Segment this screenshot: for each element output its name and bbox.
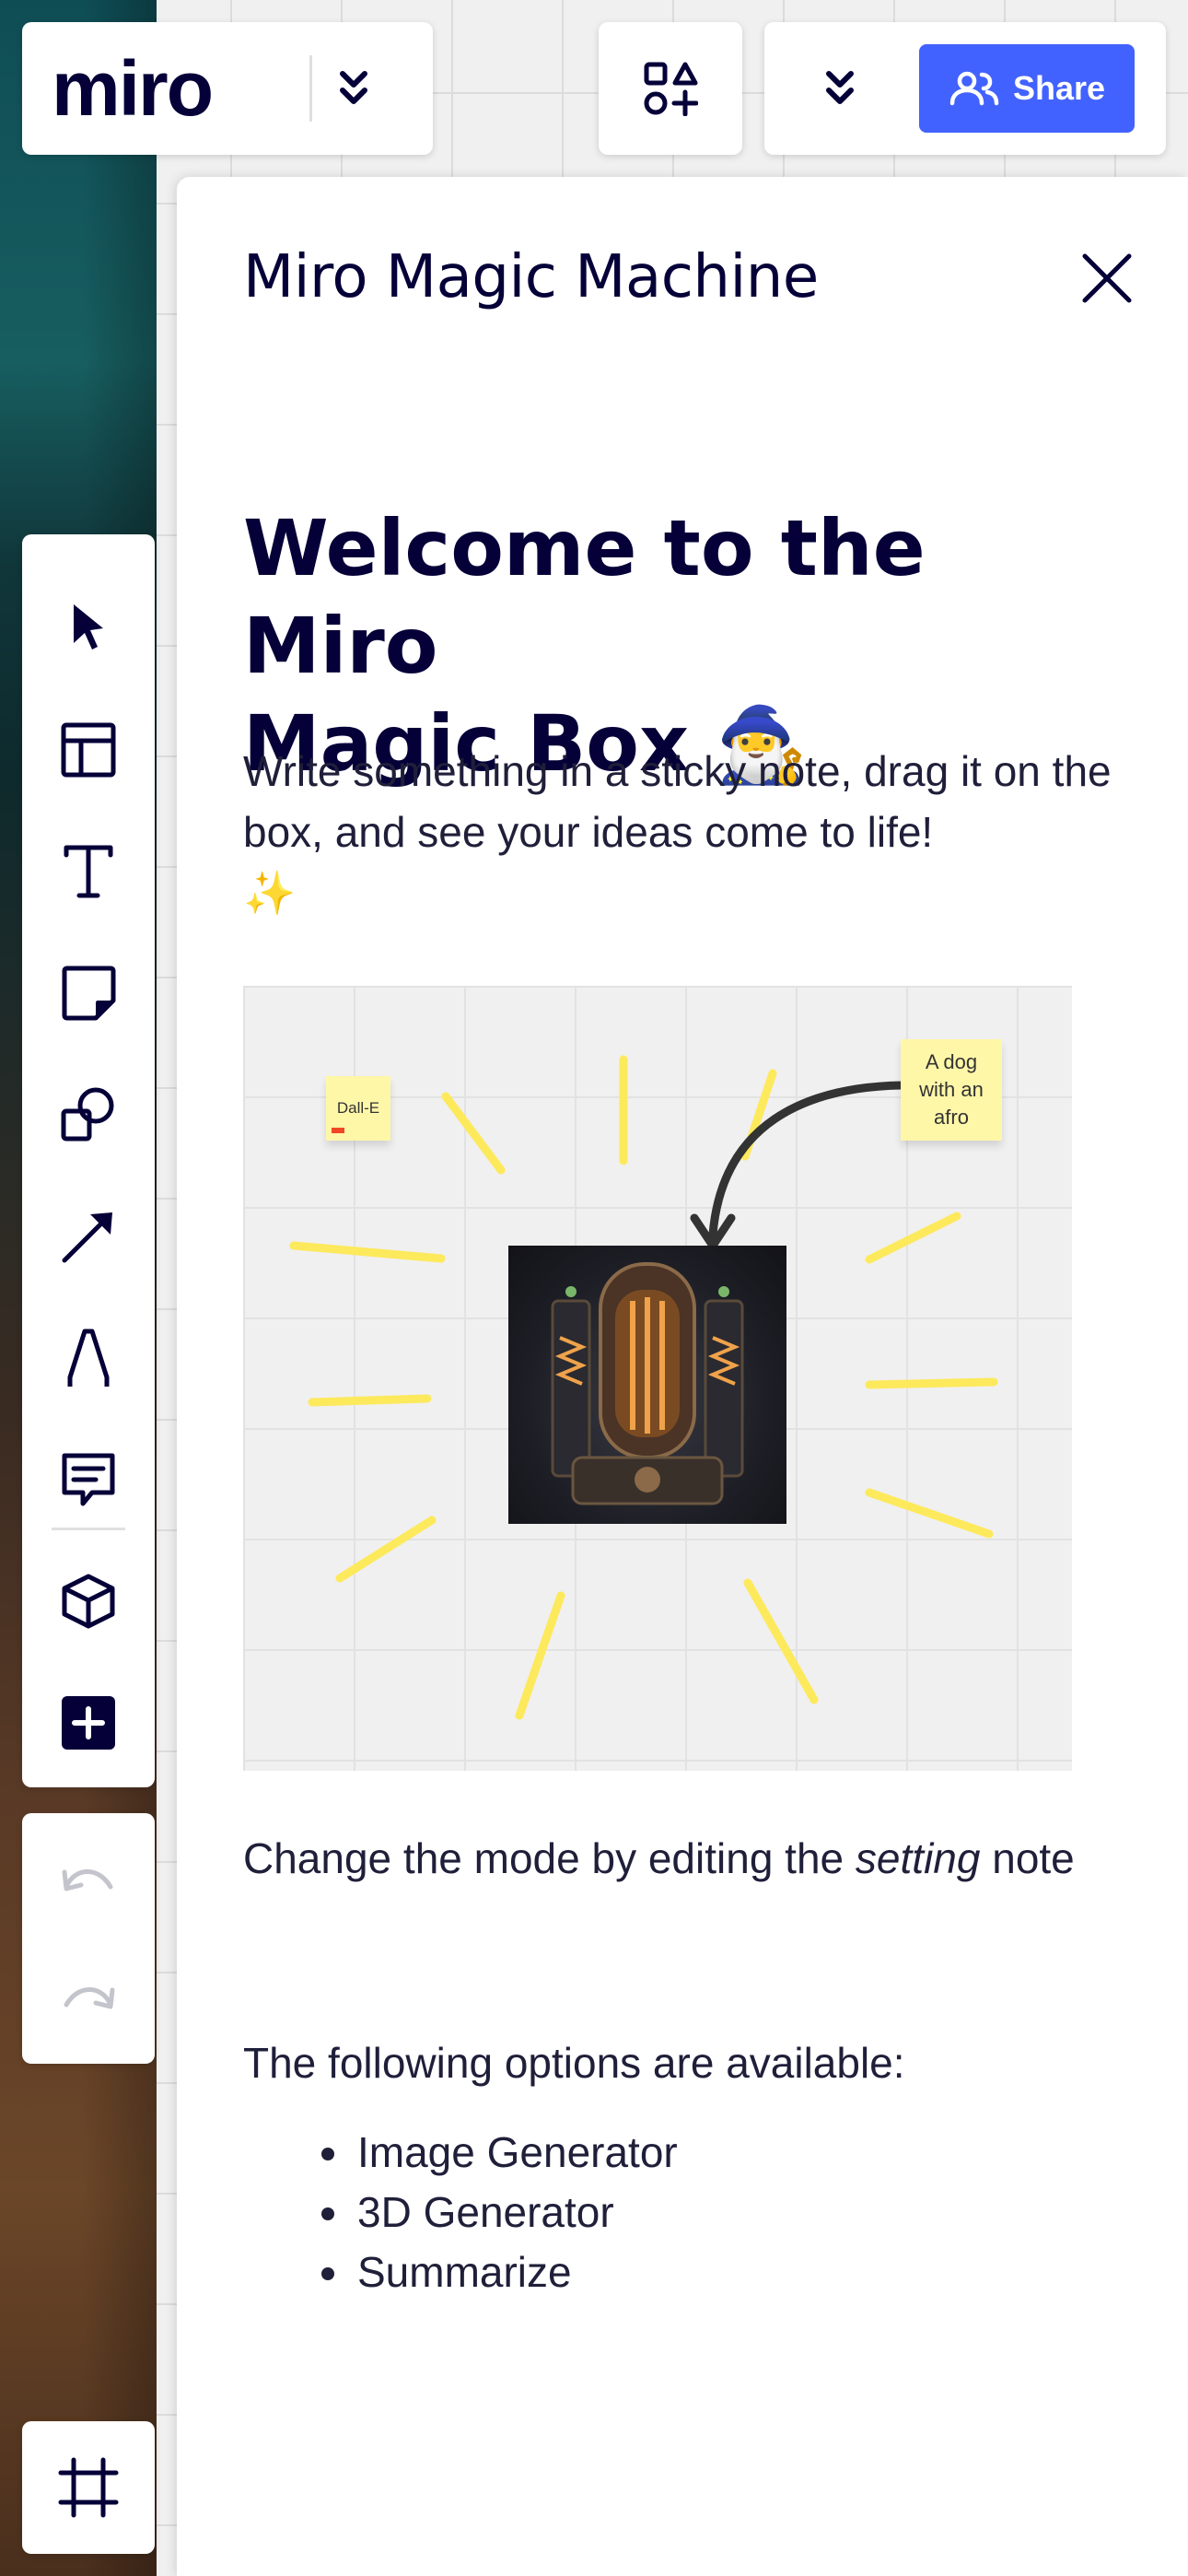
mode-instructions: Change the mode by editing the setting n…	[243, 1826, 1127, 1891]
option-item: 3D Generator	[354, 2183, 1182, 2242]
options-list: Image Generator 3D Generator Summarize	[243, 2123, 1182, 2302]
3d-tool[interactable]	[42, 1555, 134, 1647]
magic-box-illustration: Dall-E A dog with an afro	[243, 986, 1072, 1771]
sticky-tag	[332, 1128, 344, 1133]
plus-square-icon	[62, 1696, 115, 1750]
welcome-line-1: Welcome to the Miro	[243, 503, 926, 691]
cursor-icon	[74, 604, 103, 650]
intro-text: Write something in a sticky note, drag i…	[243, 741, 1127, 923]
comment-icon	[62, 1453, 115, 1506]
comment-tool[interactable]	[42, 1434, 134, 1526]
undo-button[interactable]	[42, 1833, 134, 1926]
option-item: Image Generator	[354, 2123, 1182, 2183]
mode-text-before: Change the mode by editing the	[243, 1834, 856, 1882]
text-tool[interactable]	[42, 825, 134, 918]
options-intro: The following options are available:	[243, 2039, 905, 2087]
sticky-note-dog-prompt: A dog with an afro	[901, 1039, 1002, 1141]
intro-sentence: Write something in a sticky note, drag i…	[243, 747, 1112, 856]
apps-icon-wrap	[634, 52, 707, 125]
close-panel-button[interactable]	[1061, 232, 1153, 324]
magic-machine-panel: Miro Magic Machine Welcome to the Miro M…	[177, 177, 1188, 2576]
share-label: Share	[1012, 69, 1106, 107]
undo-redo-bar	[22, 1813, 155, 2064]
mode-text-after: note	[980, 1834, 1075, 1882]
divider	[309, 55, 312, 122]
pen-tool[interactable]	[42, 1312, 134, 1404]
machine-drawing	[551, 1262, 744, 1505]
toolbar-divider	[52, 1528, 125, 1530]
close-icon	[1082, 253, 1132, 303]
redo-button[interactable]	[42, 1951, 134, 2043]
frame-icon	[58, 2457, 119, 2518]
sticky-note-tool[interactable]	[42, 947, 134, 1039]
frames-button[interactable]	[22, 2421, 155, 2554]
frames-icon-wrap	[42, 2441, 134, 2534]
templates-tool[interactable]	[42, 704, 134, 796]
apps-button[interactable]	[599, 22, 742, 155]
board-menu[interactable]: miro	[22, 22, 433, 155]
shapes-tool[interactable]	[42, 1069, 134, 1161]
sticky-dall-e-text: Dall-E	[336, 1099, 380, 1117]
panel-title: Miro Magic Machine	[243, 243, 819, 311]
toolbar	[22, 534, 155, 1787]
undo-icon	[62, 1869, 113, 1891]
mode-text-emphasis: setting	[855, 1834, 981, 1882]
board-menu-expand-button[interactable]	[317, 52, 390, 125]
layout-icon	[61, 722, 116, 778]
chevron-double-down-icon	[340, 71, 367, 104]
text-icon	[64, 845, 113, 898]
sticky-dog-line-2: with an	[919, 1078, 984, 1101]
miro-logo: miro	[52, 45, 214, 132]
shapes-icon	[61, 1087, 114, 1142]
magic-machine-image	[508, 1246, 786, 1524]
share-button[interactable]: Share	[919, 44, 1135, 133]
sticky-note-icon	[62, 966, 116, 1021]
pen-icon	[67, 1329, 110, 1387]
chevron-double-down-icon	[826, 71, 854, 104]
connection-line-tool[interactable]	[42, 1190, 134, 1282]
option-item: Summarize	[354, 2242, 1182, 2302]
shapes-apps-icon	[644, 62, 698, 116]
cube-icon	[62, 1574, 115, 1629]
select-tool[interactable]	[42, 582, 134, 674]
collab-expand-button[interactable]	[803, 52, 877, 125]
arrow-icon	[62, 1212, 112, 1263]
users-icon	[949, 71, 999, 106]
sticky-note-dall-e: Dall-E	[326, 1076, 390, 1141]
more-tools-button[interactable]	[42, 1677, 134, 1769]
sticky-dog-line-3: afro	[934, 1106, 969, 1129]
redo-icon	[64, 1987, 115, 2009]
collaboration-bar: Share	[764, 22, 1166, 155]
sticky-dog-line-1: A dog	[925, 1050, 978, 1073]
sparkles-emoji: ✨	[243, 869, 297, 917]
